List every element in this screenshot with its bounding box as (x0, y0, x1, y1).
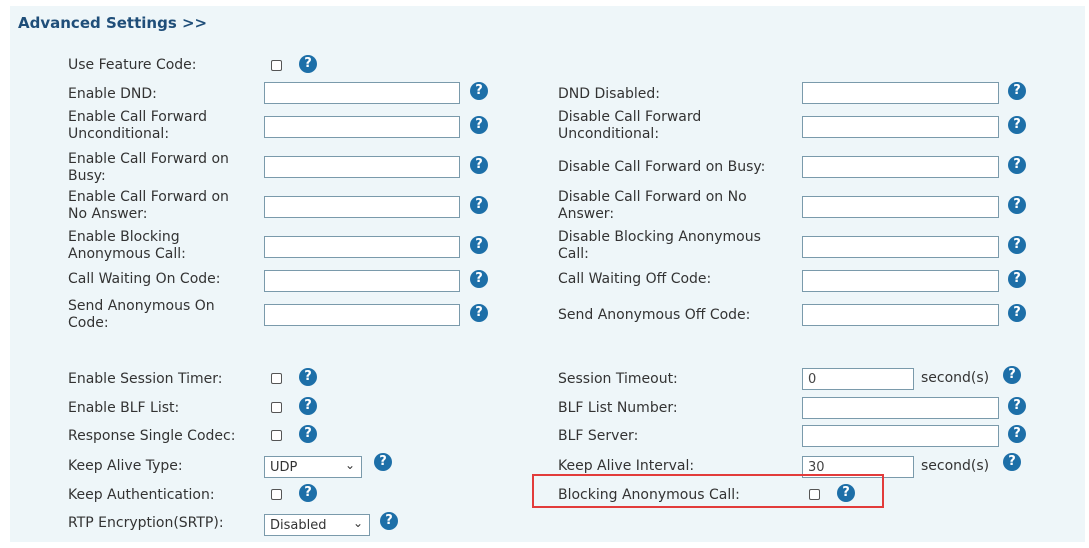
help-icon[interactable]: ? (299, 55, 317, 73)
enable-cf-no-answer-input[interactable] (264, 196, 460, 218)
label-send-anon-on: Send Anonymous On Code: (68, 298, 215, 331)
help-icon[interactable]: ? (1008, 82, 1026, 100)
call-waiting-on-input[interactable] (264, 270, 460, 292)
label-call-waiting-off: Call Waiting Off Code: (558, 271, 712, 287)
help-icon[interactable]: ? (299, 425, 317, 443)
enable-blf-list-checkbox[interactable] (271, 402, 282, 413)
help-icon[interactable]: ? (470, 82, 488, 100)
label-blf-server: BLF Server: (558, 428, 639, 444)
disable-cf-unconditional-input[interactable] (802, 116, 999, 138)
label-disable-cf-unconditional: Disable Call Forward Unconditional: (558, 109, 702, 142)
help-icon[interactable]: ? (299, 397, 317, 415)
enable-blocking-anon-input[interactable] (264, 236, 460, 258)
help-icon[interactable]: ? (470, 196, 488, 214)
rtp-encryption-value: Disabled (270, 518, 327, 533)
rtp-encryption-select[interactable]: Disabled ⌄ (264, 514, 370, 536)
session-timeout-unit: second(s) (921, 370, 990, 386)
label-keep-alive-type: Keep Alive Type: (68, 458, 183, 474)
dnd-disabled-input[interactable] (802, 82, 999, 104)
label-rtp-encryption: RTP Encryption(SRTP): (68, 515, 224, 531)
response-single-codec-checkbox[interactable] (271, 430, 282, 441)
help-icon[interactable]: ? (299, 484, 317, 502)
label-blf-list-number: BLF List Number: (558, 400, 678, 416)
session-timeout-input[interactable]: 0 (802, 368, 914, 390)
help-icon[interactable]: ? (470, 116, 488, 134)
blf-server-input[interactable] (802, 425, 999, 447)
label-enable-blocking-anon: Enable Blocking Anonymous Call: (68, 229, 186, 262)
disable-cf-busy-input[interactable] (802, 156, 999, 178)
label-enable-cf-busy: Enable Call Forward on Busy: (68, 151, 229, 184)
label-send-anon-off: Send Anonymous Off Code: (558, 307, 751, 323)
label-enable-blf-list: Enable BLF List: (68, 400, 180, 416)
enable-session-timer-checkbox[interactable] (271, 373, 282, 384)
label-response-single-codec: Response Single Codec: (68, 428, 236, 444)
call-waiting-off-input[interactable] (802, 270, 999, 292)
help-icon[interactable]: ? (380, 512, 398, 530)
help-icon[interactable]: ? (470, 304, 488, 322)
help-icon[interactable]: ? (470, 156, 488, 174)
label-use-feature-code: Use Feature Code: (68, 57, 197, 73)
enable-cf-unconditional-input[interactable] (264, 116, 460, 138)
highlight-box (532, 474, 884, 508)
help-icon[interactable]: ? (1003, 453, 1021, 471)
help-icon[interactable]: ? (1008, 425, 1026, 443)
keep-alive-interval-unit: second(s) (921, 458, 990, 474)
help-icon[interactable]: ? (1008, 116, 1026, 134)
help-icon[interactable]: ? (1008, 196, 1026, 214)
help-icon[interactable]: ? (1008, 236, 1026, 254)
blf-list-number-input[interactable] (802, 397, 999, 419)
enable-cf-busy-input[interactable] (264, 156, 460, 178)
label-session-timeout: Session Timeout: (558, 371, 678, 387)
keep-alive-type-select[interactable]: UDP ⌄ (264, 456, 362, 478)
label-disable-blocking-anon: Disable Blocking Anonymous Call: (558, 229, 761, 262)
label-call-waiting-on: Call Waiting On Code: (68, 271, 221, 287)
label-disable-cf-busy: Disable Call Forward on Busy: (558, 159, 766, 175)
send-anon-off-input[interactable] (802, 304, 999, 326)
label-enable-cf-no-answer: Enable Call Forward on No Answer: (68, 189, 229, 222)
label-enable-cf-unconditional: Enable Call Forward Unconditional: (68, 109, 208, 142)
disable-cf-no-answer-input[interactable] (802, 196, 999, 218)
help-icon[interactable]: ? (1008, 304, 1026, 322)
help-icon[interactable]: ? (1008, 156, 1026, 174)
label-dnd-disabled: DND Disabled: (558, 86, 661, 102)
use-feature-code-checkbox[interactable] (271, 60, 282, 71)
help-icon[interactable]: ? (470, 236, 488, 254)
help-icon[interactable]: ? (1003, 366, 1021, 384)
chevron-down-icon: ⌄ (344, 458, 355, 472)
label-enable-dnd: Enable DND: (68, 86, 157, 102)
section-title: Advanced Settings >> (18, 14, 208, 32)
help-icon[interactable]: ? (1008, 397, 1026, 415)
label-enable-session-timer: Enable Session Timer: (68, 371, 223, 387)
label-keep-authentication: Keep Authentication: (68, 487, 215, 503)
enable-dnd-input[interactable] (264, 82, 460, 104)
help-icon[interactable]: ? (374, 453, 392, 471)
chevron-down-icon: ⌄ (352, 516, 363, 530)
help-icon[interactable]: ? (299, 368, 317, 386)
keep-authentication-checkbox[interactable] (271, 489, 282, 500)
help-icon[interactable]: ? (470, 270, 488, 288)
send-anon-on-input[interactable] (264, 304, 460, 326)
disable-blocking-anon-input[interactable] (802, 236, 999, 258)
keep-alive-type-value: UDP (270, 460, 298, 475)
help-icon[interactable]: ? (1008, 270, 1026, 288)
label-keep-alive-interval: Keep Alive Interval: (558, 458, 695, 474)
label-disable-cf-no-answer: Disable Call Forward on No Answer: (558, 189, 747, 222)
